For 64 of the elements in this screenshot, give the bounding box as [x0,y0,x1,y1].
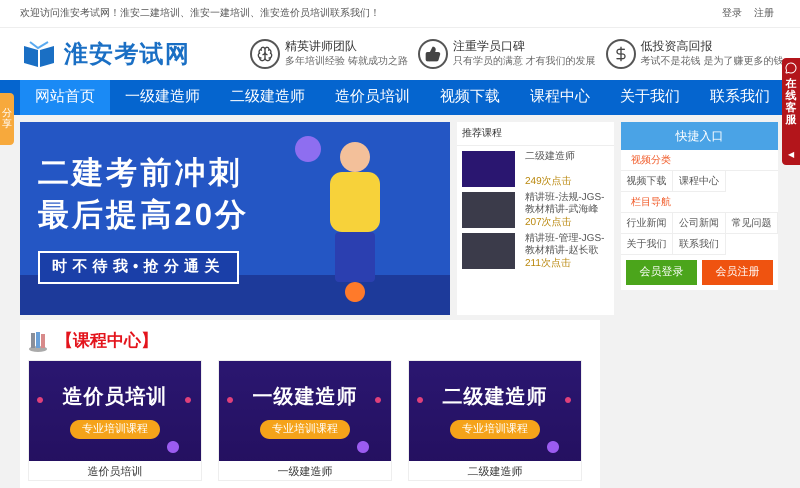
course-card[interactable]: 二级建造师 专业培训课程 二级建造师 [408,360,582,481]
thumbs-up-icon [418,39,448,69]
register-button[interactable]: 会员注册 [702,260,773,285]
poster-title: 一级建造师 [252,385,358,410]
nav-item[interactable]: 网站首页 [20,80,110,115]
click-count: 207次点击 [525,216,573,228]
nav-item[interactable]: 联系我们 [695,80,785,115]
nav-item[interactable]: 一级建造师 [110,80,215,115]
section-title: 【课程中心】 [56,330,158,352]
nav-item[interactable]: 二级建造师 [215,80,320,115]
brain-icon [250,39,280,69]
collapse-icon[interactable]: ◀ [788,149,794,161]
course-title[interactable]: 精讲班-管理-JGS-教材精讲-赵长歌 [525,233,609,256]
top-link[interactable]: 注册 [754,6,774,21]
course-card[interactable]: 一级建造师 专业培训课程 一级建造师 [218,360,392,481]
quick-link[interactable]: 关于我们 [621,234,674,255]
feature-title: 注重学员口碑 [452,39,526,54]
banner-headline: 最后提高20分 [38,196,250,234]
nav-item[interactable]: 关于我们 [605,80,695,115]
course-title[interactable]: 精讲班-法规-JGS-教材精讲-武海峰 [525,192,609,215]
site-logo-text: 淮安考试网 [64,38,190,70]
quick-link[interactable]: 公司新闻 [673,213,726,234]
service-label: 在线客服 [786,78,796,126]
feature-title: 精英讲师团队 [285,39,358,54]
quick-entry-header: 快捷入口 [621,122,778,150]
banner-headline: 二建考前冲刺 [38,154,243,192]
planet-icon [295,136,321,162]
nav-item[interactable]: 课程中心 [515,80,605,115]
chat-icon [785,62,797,74]
section-heading: 栏目导航 [621,192,778,213]
nav-item[interactable]: 造价员培训 [320,80,425,115]
course-thumbnail[interactable] [462,151,515,187]
poster-title: 造价员培训 [62,384,168,410]
banner-slogan: 时不待我•抢分通关 [38,251,239,284]
poster-tag: 专业培训课程 [260,420,350,439]
course-card[interactable]: 造价员培训 专业培训课程 造价员培训 [28,360,202,481]
course-caption: 二级建造师 [466,464,524,480]
online-service-tab[interactable]: 在线客服 ◀ [782,58,800,165]
click-count: 249次点击 [525,176,573,187]
quick-link[interactable]: 联系我们 [673,234,726,255]
course-caption: 一级建造师 [276,464,334,480]
top-link[interactable]: 登录 [722,6,742,21]
feature-subtitle: 只有学员的满意 才有我们的发展 [452,54,596,69]
feature-subtitle: 多年培训经验 铸就成功之路 [285,54,408,69]
banner[interactable]: 二建考前冲刺 最后提高20分 时不待我•抢分通关 [20,122,450,315]
quick-link[interactable]: 常见问题 [726,213,778,234]
click-count: 211次点击 [525,258,572,269]
course-caption: 造价员培训 [86,464,144,480]
poster-tag: 专业培训课程 [70,420,160,439]
welcome-text: 欢迎访问淮安考试网！淮安二建培训、淮安一建培训、淮安造价员培训联系我们！ [20,6,380,21]
panel-title: 推荐课程 [457,122,614,146]
nav-item[interactable]: 视频下载 [425,80,515,115]
books-icon [28,330,48,352]
section-heading: 视频分类 [621,150,778,171]
course-title[interactable]: 二级建造师 [525,151,575,162]
book-logo-icon [22,40,56,68]
photo-placeholder[interactable] [462,192,515,228]
poster-title: 二级建造师 [442,385,548,410]
poster-tag: 专业培训课程 [450,420,540,439]
quick-link[interactable]: 行业新闻 [621,213,674,234]
feature-title: 低投资高回报 [640,39,714,54]
photo-placeholder[interactable] [462,233,515,269]
quick-link[interactable]: 视频下载 [621,171,674,192]
quick-link[interactable]: 课程中心 [673,171,726,192]
